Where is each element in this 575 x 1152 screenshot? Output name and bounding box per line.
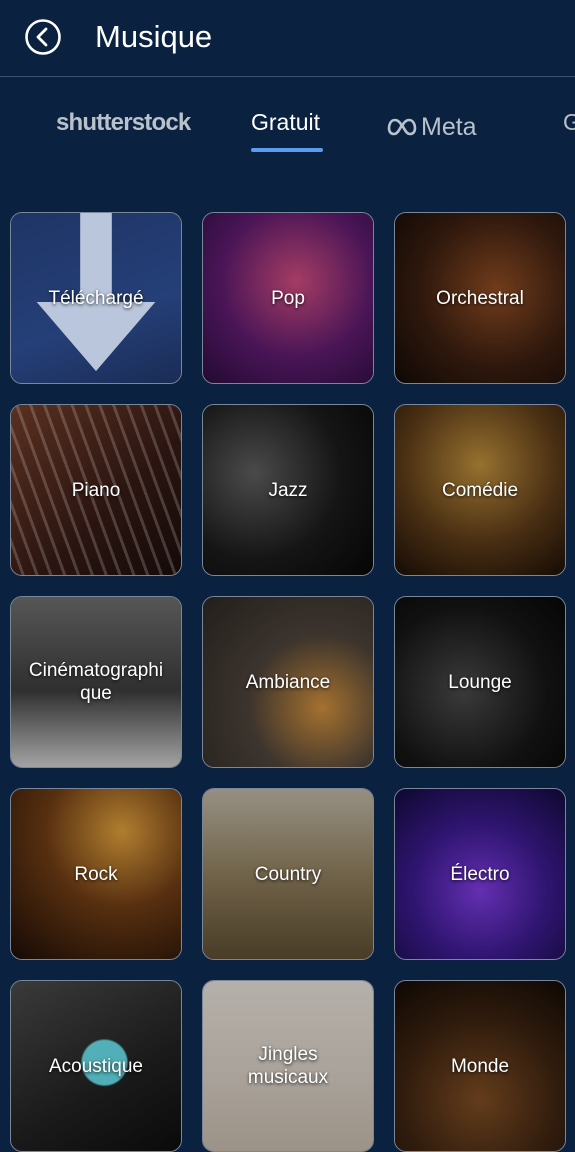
category-label: Jingles musicaux [247, 1044, 329, 1088]
category-label: Country [254, 863, 322, 885]
category-tile-lounge[interactable]: Lounge [394, 596, 566, 768]
tab-meta-label: Meta [421, 112, 477, 141]
category-label: Téléchargé [48, 287, 144, 309]
source-tabs: shutterstock Gratuit Meta G [0, 77, 575, 173]
back-icon[interactable] [24, 18, 62, 56]
category-label: Comédie [441, 479, 519, 501]
category-label: Rock [74, 863, 118, 885]
category-tile-comedie[interactable]: Comédie [394, 404, 566, 576]
category-tile-monde[interactable]: Monde [394, 980, 566, 1152]
category-tile-orchestral[interactable]: Orchestral [394, 212, 566, 384]
category-tile-telecharge[interactable]: Téléchargé [10, 212, 182, 384]
page-title: Musique [95, 19, 213, 54]
tab-next-partial[interactable]: G [563, 109, 575, 145]
category-tile-cinematographique[interactable]: Cinématographi que [10, 596, 182, 768]
category-label: Acoustique [48, 1055, 143, 1077]
category-label: Ambiance [245, 671, 331, 693]
tab-shutterstock[interactable]: shutterstock [56, 109, 191, 145]
category-label: Électro [450, 863, 510, 885]
tab-meta[interactable]: Meta [387, 109, 477, 145]
category-tile-acoustique[interactable]: Acoustique [10, 980, 182, 1152]
category-tile-piano[interactable]: Piano [10, 404, 182, 576]
meta-infinity-icon [387, 118, 417, 136]
category-tile-jingles[interactable]: Jingles musicaux [202, 980, 374, 1152]
category-label: Piano [71, 479, 121, 501]
header-bar: Musique [0, 0, 575, 76]
category-tile-rock[interactable]: Rock [10, 788, 182, 960]
tab-gratuit[interactable]: Gratuit [251, 109, 320, 145]
category-tile-electro[interactable]: Électro [394, 788, 566, 960]
category-label: Pop [271, 287, 305, 309]
category-label: Lounge [448, 671, 512, 693]
tab-selected-indicator [251, 148, 323, 152]
category-label: Monde [450, 1055, 510, 1077]
category-label: Orchestral [436, 287, 524, 309]
category-label: Cinématographi que [28, 660, 164, 704]
category-tile-jazz[interactable]: Jazz [202, 404, 374, 576]
category-tile-ambiance[interactable]: Ambiance [202, 596, 374, 768]
category-tile-pop[interactable]: Pop [202, 212, 374, 384]
category-label: Jazz [268, 479, 308, 501]
category-tile-country[interactable]: Country [202, 788, 374, 960]
